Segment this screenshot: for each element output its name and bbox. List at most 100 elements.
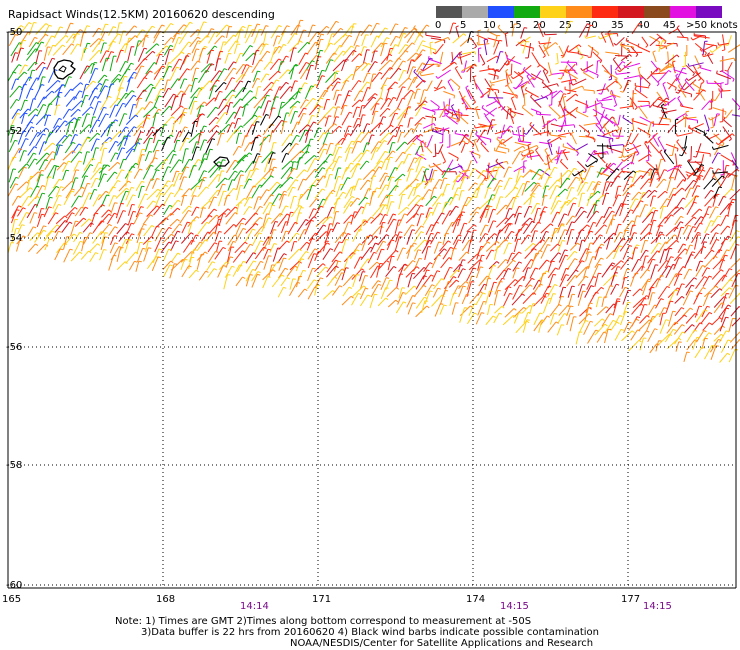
wind-barb-feather xyxy=(386,260,390,263)
wind-barb-feather xyxy=(87,182,91,185)
wind-barb xyxy=(493,40,500,55)
wind-barb-feather xyxy=(86,65,90,68)
wind-barb xyxy=(262,123,272,136)
wind-barb-feather xyxy=(404,141,408,145)
wind-barb-feather xyxy=(674,167,678,170)
wind-barb xyxy=(170,199,179,210)
wind-barb-feather xyxy=(628,321,632,324)
wind-barb xyxy=(208,196,215,210)
wind-barb xyxy=(558,124,575,127)
wind-barb-feather xyxy=(620,260,624,263)
wind-barb-feather xyxy=(411,42,415,45)
wind-barb-feather xyxy=(142,29,146,32)
wind-barb xyxy=(146,256,157,269)
wind-barb-feather xyxy=(690,290,694,293)
wind-barb xyxy=(673,314,685,326)
wind-barb xyxy=(667,124,675,134)
wind-barb-feather xyxy=(678,165,682,169)
wind-barb-feather xyxy=(40,174,44,176)
wind-barb-feather xyxy=(724,254,728,257)
wind-barb-feather xyxy=(183,111,188,114)
wind-barb xyxy=(454,68,463,80)
wind-barb xyxy=(145,157,156,171)
wind-barb xyxy=(585,35,596,39)
wind-barb-feather xyxy=(19,148,23,151)
wind-barb xyxy=(657,190,666,199)
wind-barb-feather xyxy=(131,186,135,189)
wind-barb xyxy=(481,107,495,117)
wind-barb xyxy=(693,246,704,259)
wind-barb-feather xyxy=(275,46,279,49)
wind-barb xyxy=(430,99,440,108)
wind-barb xyxy=(716,73,732,80)
wind-barb-feather xyxy=(681,283,685,285)
wind-barb xyxy=(698,90,706,101)
wind-barb xyxy=(173,24,185,38)
wind-barb-feather xyxy=(611,210,615,213)
wind-barb xyxy=(181,265,190,278)
wind-barb-feather xyxy=(462,268,466,271)
wind-barb-feather xyxy=(95,177,99,180)
wind-barb-feather xyxy=(585,181,589,184)
wind-barb xyxy=(630,46,639,55)
wind-barb-feather xyxy=(209,214,213,218)
wind-barb-feather xyxy=(366,142,370,144)
wind-barb-feather xyxy=(636,153,640,156)
wind-barb-feather xyxy=(161,24,165,27)
wind-barb xyxy=(298,124,308,134)
wind-barb-feather xyxy=(391,176,395,178)
wind-barb xyxy=(296,276,300,288)
wind-barb xyxy=(297,107,305,118)
wind-barb xyxy=(245,52,254,62)
wind-barb-feather xyxy=(248,206,253,209)
wind-barb xyxy=(575,331,580,345)
wind-barb-feather xyxy=(660,298,664,301)
wind-barb-feather xyxy=(654,189,658,193)
wind-barb-feather xyxy=(125,92,129,96)
wind-barb-feather xyxy=(638,22,642,26)
wind-barb-feather xyxy=(95,252,99,255)
wind-barb xyxy=(619,105,633,109)
wind-barb-feather xyxy=(324,160,328,163)
wind-barb-feather xyxy=(293,105,297,108)
wind-barb xyxy=(479,208,486,223)
wind-barb xyxy=(52,166,57,180)
wind-barb xyxy=(659,117,671,120)
wind-barb xyxy=(674,296,683,304)
wind-barb-feather xyxy=(569,20,573,23)
wind-barb xyxy=(353,31,361,46)
wind-barb-feather xyxy=(74,117,78,121)
wind-barb-feather xyxy=(522,66,526,70)
wind-barb-feather xyxy=(652,50,656,53)
wind-barb-feather xyxy=(612,319,617,323)
wind-barb-feather xyxy=(485,233,489,236)
wind-barb-feather xyxy=(260,260,264,263)
wind-barb-feather xyxy=(603,224,607,227)
contaminated-wind-barb xyxy=(704,135,714,144)
wind-barb-feather xyxy=(509,292,513,295)
wind-barb-feather xyxy=(499,229,503,231)
wind-barb xyxy=(467,253,478,264)
wind-barb xyxy=(623,321,630,334)
wind-barb xyxy=(536,113,551,116)
wind-barb-feather xyxy=(218,231,222,233)
wind-barb-feather xyxy=(286,277,290,280)
wind-barb-feather xyxy=(336,143,340,145)
wind-barb-feather xyxy=(30,88,34,91)
wind-barb xyxy=(601,296,605,308)
wind-barb xyxy=(586,193,592,207)
wind-barb-feather xyxy=(118,73,122,77)
wind-barb-feather xyxy=(170,37,174,40)
wind-barb-feather xyxy=(231,265,235,268)
wind-barb-feather xyxy=(242,227,247,230)
wind-barb xyxy=(574,229,582,245)
wind-barb-feather xyxy=(661,109,663,113)
wind-barb-feather xyxy=(365,34,369,36)
wind-barb xyxy=(34,84,42,99)
wind-barb-feather xyxy=(90,164,94,167)
wind-barb-feather xyxy=(528,205,533,208)
wind-barb-feather xyxy=(48,24,53,27)
wind-barb-feather xyxy=(324,143,328,146)
wind-barb xyxy=(270,47,276,62)
wind-barb-feather xyxy=(141,180,145,183)
